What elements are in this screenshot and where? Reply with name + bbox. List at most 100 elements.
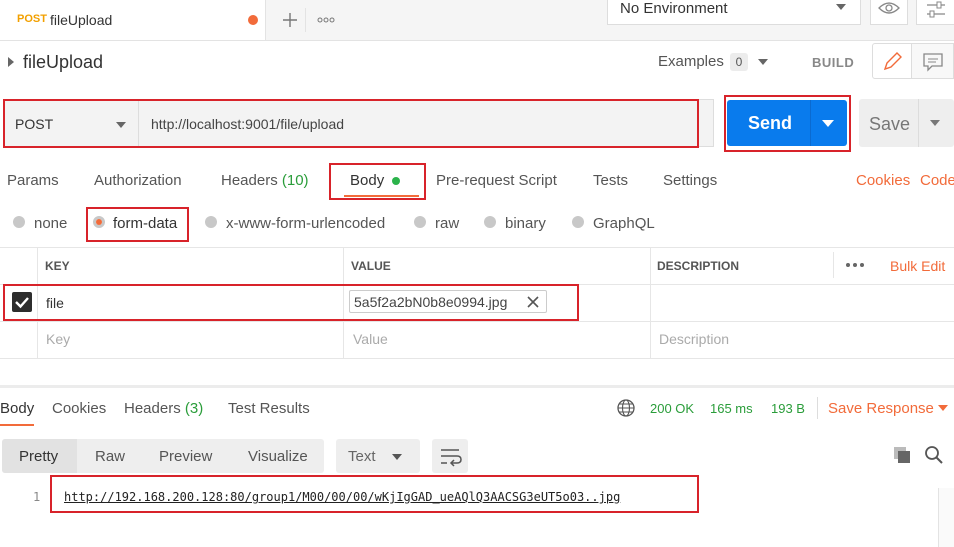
key-column-header: KEY (45, 259, 70, 273)
view-pretty-button[interactable]: Pretty (2, 439, 77, 473)
resp-tab-headers[interactable]: Headers (3) (124, 400, 203, 417)
radio-binary-label: binary (505, 215, 546, 232)
wrap-lines-icon[interactable] (432, 439, 468, 473)
environment-select[interactable]: No Environment (607, 0, 861, 25)
view-raw-button[interactable]: Raw (95, 448, 125, 465)
response-line-number: 1 (33, 490, 41, 504)
method-chevron-down-icon (116, 122, 126, 128)
resp-tab-test-results[interactable]: Test Results (228, 400, 310, 417)
tab-tests[interactable]: Tests (593, 172, 628, 189)
eye-icon[interactable] (870, 0, 908, 25)
table-col-divider-2 (343, 247, 344, 358)
send-chevron-down-icon[interactable] (822, 120, 834, 127)
status-code: 200 OK (650, 401, 695, 416)
radio-graphql-label: GraphQL (593, 215, 655, 232)
tab-params[interactable]: Params (7, 172, 59, 189)
radio-raw-label: raw (435, 215, 460, 232)
save-response-chevron-down-icon[interactable] (938, 405, 948, 411)
resp-tab-body[interactable]: Body (0, 400, 34, 417)
remove-file-close-icon[interactable] (526, 295, 540, 312)
radio-selected-dot (96, 219, 102, 225)
response-size: 193 B (771, 401, 805, 416)
tab-authorization[interactable]: Authorization (94, 172, 182, 189)
response-divider (0, 385, 954, 388)
new-tab-plus-icon[interactable] (275, 8, 306, 32)
radio-urlencoded[interactable] (205, 216, 217, 228)
environment-label: No Environment (620, 0, 728, 17)
examples-chevron-down-icon[interactable] (758, 59, 768, 65)
view-pretty-label: Pretty (19, 448, 59, 465)
save-chevron-down-icon[interactable] (930, 120, 940, 126)
file-chip[interactable]: 5a5f2a2bN0b8e0994.jpg (349, 290, 547, 313)
search-icon[interactable] (924, 445, 946, 470)
comments-icon[interactable] (912, 43, 954, 79)
resp-tab-headers-label: Headers (124, 400, 181, 417)
new-key-placeholder[interactable]: Key (46, 331, 70, 347)
row-key[interactable]: file (46, 295, 64, 311)
save-divider (918, 99, 919, 147)
table-header-border (0, 284, 954, 285)
radio-urlencoded-label: x-www-form-urlencoded (226, 215, 386, 232)
resp-tab-cookies[interactable]: Cookies (52, 400, 106, 417)
view-visualize-button[interactable]: Visualize (248, 448, 308, 465)
url-input[interactable]: http://localhost:9001/file/upload (139, 99, 714, 147)
tab-body-label: Body (350, 172, 385, 189)
save-response-button[interactable]: Save Response (828, 400, 934, 417)
send-button[interactable]: Send (727, 100, 847, 146)
radio-none-label: none (34, 215, 68, 232)
send-label: Send (748, 113, 793, 133)
format-label: Text (348, 448, 376, 465)
examples-label[interactable]: Examples (658, 53, 724, 70)
build-label[interactable]: BUILD (812, 55, 854, 70)
response-body-text[interactable]: http://192.168.200.128:80/group1/M00/00/… (64, 490, 620, 504)
tab-method: POST (17, 13, 47, 25)
tab-body[interactable]: Body (350, 172, 401, 189)
table-row-border (0, 321, 954, 322)
collapse-caret-icon[interactable] (8, 57, 14, 67)
radio-binary[interactable] (484, 216, 496, 228)
method-select[interactable]: POST (4, 99, 139, 147)
tab-name: fileUpload (50, 12, 113, 28)
bulk-edit-link[interactable]: Bulk Edit (890, 258, 945, 274)
more-tabs-icon[interactable] (312, 8, 342, 32)
view-preview-button[interactable]: Preview (159, 448, 212, 465)
radio-form-data-label: form-data (113, 215, 178, 232)
new-value-placeholder[interactable]: Value (353, 331, 388, 347)
file-chip-name: 5a5f2a2bN0b8e0994.jpg (354, 294, 508, 310)
tab-settings[interactable]: Settings (663, 172, 717, 189)
edit-pencil-icon[interactable] (872, 43, 912, 79)
radio-form-data[interactable] (93, 216, 105, 228)
resp-tab-headers-count: (3) (184, 400, 204, 417)
radio-raw[interactable] (414, 216, 426, 228)
code-link[interactable]: Code (920, 172, 954, 189)
url-text: http://localhost:9001/file/upload (151, 116, 345, 132)
radio-graphql[interactable] (572, 216, 584, 228)
send-divider (810, 100, 811, 146)
request-tab[interactable]: POST fileUpload (0, 0, 266, 40)
format-chevron-down-icon (392, 454, 402, 460)
table-col-divider-1 (37, 247, 38, 358)
resp-tab-body-underline (0, 424, 34, 426)
tab-body-underline (344, 195, 419, 197)
copy-icon[interactable] (892, 445, 914, 468)
tab-headers[interactable]: Headers (10) (221, 172, 309, 189)
save-button[interactable]: Save (859, 99, 954, 147)
format-select[interactable]: Text (336, 439, 420, 473)
table-bottom-border (0, 358, 954, 359)
cookies-link[interactable]: Cookies (856, 172, 910, 189)
examples-count-badge: 0 (730, 53, 748, 71)
radio-none[interactable] (13, 216, 25, 228)
response-scrollbar[interactable] (938, 488, 954, 547)
tab-prerequest-script[interactable]: Pre-request Script (436, 172, 557, 189)
description-column-header: DESCRIPTION (657, 259, 740, 273)
method-label: POST (15, 116, 54, 132)
table-top-border (0, 247, 954, 248)
settings-sliders-icon[interactable] (916, 0, 954, 25)
tab-headers-label: Headers (221, 172, 278, 189)
more-options-icon[interactable] (845, 257, 867, 276)
new-description-placeholder[interactable]: Description (659, 331, 729, 347)
row-enabled-checkbox[interactable] (12, 292, 32, 312)
save-label: Save (869, 114, 911, 134)
tab-headers-count: (10) (281, 172, 309, 189)
globe-icon[interactable] (616, 398, 636, 421)
